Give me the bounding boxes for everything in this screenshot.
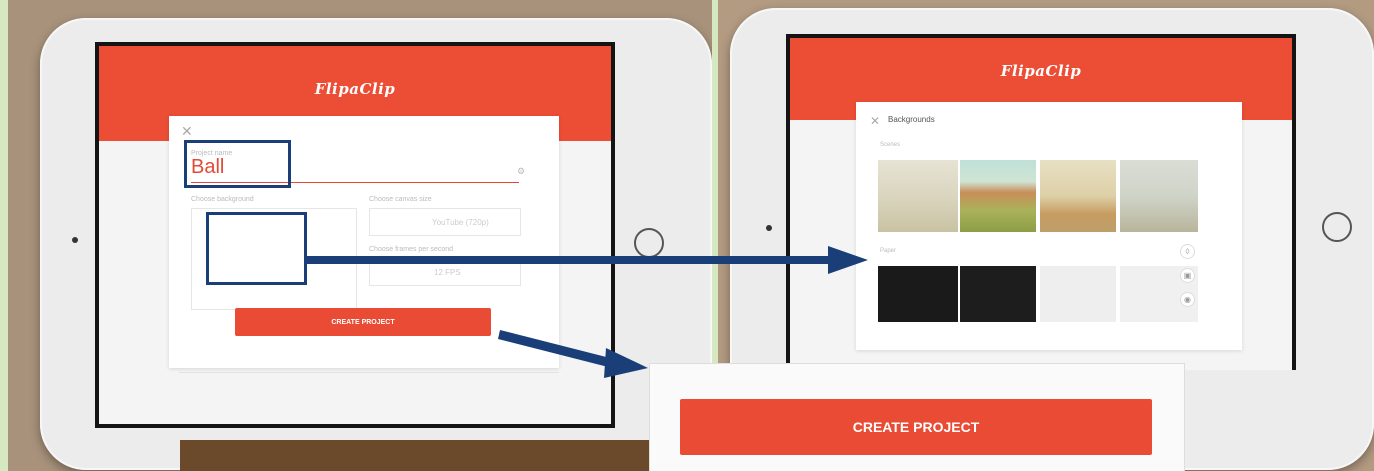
create-project-button-zoomed[interactable]: CREATE PROJECT bbox=[680, 399, 1152, 455]
arrow-to-zoom bbox=[498, 330, 648, 378]
zoomed-create-button-inset: CREATE PROJECT bbox=[650, 364, 1184, 471]
arrow-to-backgrounds bbox=[306, 246, 868, 274]
